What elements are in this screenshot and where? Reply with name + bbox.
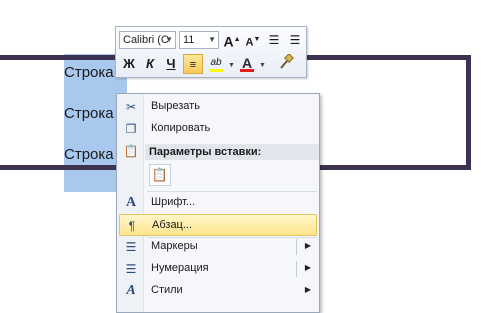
font-color-button[interactable]: A <box>237 53 257 73</box>
menu-item-label: Шрифт... <box>151 196 196 208</box>
submenu-divider <box>296 261 297 277</box>
decrease-indent-icon: ☰ <box>268 33 280 47</box>
highlight-button[interactable]: ab <box>206 53 226 73</box>
menu-item-styles[interactable]: A Стили ▶ <box>119 280 317 302</box>
paragraph-icon: ¶ <box>128 219 136 233</box>
bold-icon: Ж <box>123 56 135 71</box>
bullets-icon: ☰ <box>125 240 137 254</box>
chevron-right-icon[interactable]: ▶ <box>305 285 311 294</box>
chevron-down-icon[interactable]: ▼ <box>228 62 235 69</box>
italic-icon: К <box>146 56 154 71</box>
font-name-value: Calibri (С <box>123 34 169 46</box>
document-line-1[interactable]: Строка <box>64 64 114 81</box>
document-line-3[interactable]: Строка <box>64 146 114 163</box>
format-painter-icon <box>280 53 294 69</box>
paste-keep-formatting-button[interactable]: 📋 <box>149 164 171 186</box>
grow-font-icon: A <box>223 33 234 50</box>
center-align-icon: ≡ <box>189 59 197 71</box>
numbering-icon: ☰ <box>125 262 137 276</box>
menu-item-paragraph[interactable]: ¶ Абзац... <box>119 214 317 236</box>
context-menu: ✂ Вырезать ❐ Копировать 📋 Параметры вста… <box>116 93 320 313</box>
format-painter-button[interactable] <box>276 53 296 74</box>
shrink-font-button[interactable]: A▼ <box>243 30 263 50</box>
underline-icon: Ч <box>166 56 176 71</box>
menu-item-label: Маркеры <box>151 240 198 252</box>
menu-item-numbering[interactable]: ☰ Нумерация ▶ <box>119 258 317 280</box>
chevron-right-icon[interactable]: ▶ <box>305 263 311 272</box>
menu-item-label: Нумерация <box>151 262 209 274</box>
chevron-down-icon: ▼ <box>165 35 173 44</box>
document-line-2[interactable]: Строка <box>64 105 114 122</box>
font-icon: A <box>125 195 137 210</box>
menu-item-label: Копировать <box>151 122 211 134</box>
submenu-divider <box>296 239 297 255</box>
menu-item-label: Стили <box>151 284 183 296</box>
chevron-down-icon: ▼ <box>208 35 216 44</box>
copy-icon: ❐ <box>125 122 137 136</box>
font-color-bar <box>240 69 254 72</box>
styles-icon: A <box>126 283 136 298</box>
center-align-button[interactable]: ≡ <box>183 54 203 74</box>
clipboard-icon: 📋 <box>123 144 139 158</box>
bold-button[interactable]: Ж <box>119 54 139 74</box>
mini-toolbar: Calibri (С ▼ 11 ▼ A▲ A▼ ☰ ☰ Ж К Ч ≡ ab ▼… <box>115 26 307 78</box>
highlight-color-bar <box>209 69 223 72</box>
font-size-combo[interactable]: 11 ▼ <box>179 31 219 49</box>
menu-item-cut[interactable]: ✂ Вырезать <box>119 96 317 118</box>
shrink-font-icon: A <box>245 36 254 49</box>
increase-indent-icon: ☰ <box>289 33 301 47</box>
menu-item-bullets[interactable]: ☰ Маркеры ▶ <box>119 236 317 258</box>
menu-item-copy[interactable]: ❐ Копировать <box>119 118 317 140</box>
menu-item-font[interactable]: A Шрифт... <box>119 192 317 214</box>
chevron-right-icon[interactable]: ▶ <box>305 241 311 250</box>
paste-options-header: Параметры вставки: <box>145 144 319 160</box>
menu-item-label: Вырезать <box>151 100 200 112</box>
scissors-icon: ✂ <box>125 100 137 114</box>
menu-item-label: Абзац... <box>152 219 193 231</box>
chevron-down-icon[interactable]: ▼ <box>259 62 266 69</box>
grow-font-button[interactable]: A▲ <box>222 30 242 50</box>
increase-indent-button[interactable]: ☰ <box>285 30 305 50</box>
underline-button[interactable]: Ч <box>161 54 181 74</box>
paste-icon: 📋 <box>151 167 169 182</box>
highlight-icon: ab <box>210 57 222 68</box>
decrease-indent-button[interactable]: ☰ <box>264 30 284 50</box>
font-size-value: 11 <box>183 34 195 46</box>
font-name-combo[interactable]: Calibri (С ▼ <box>119 31 176 49</box>
italic-button[interactable]: К <box>140 54 160 74</box>
